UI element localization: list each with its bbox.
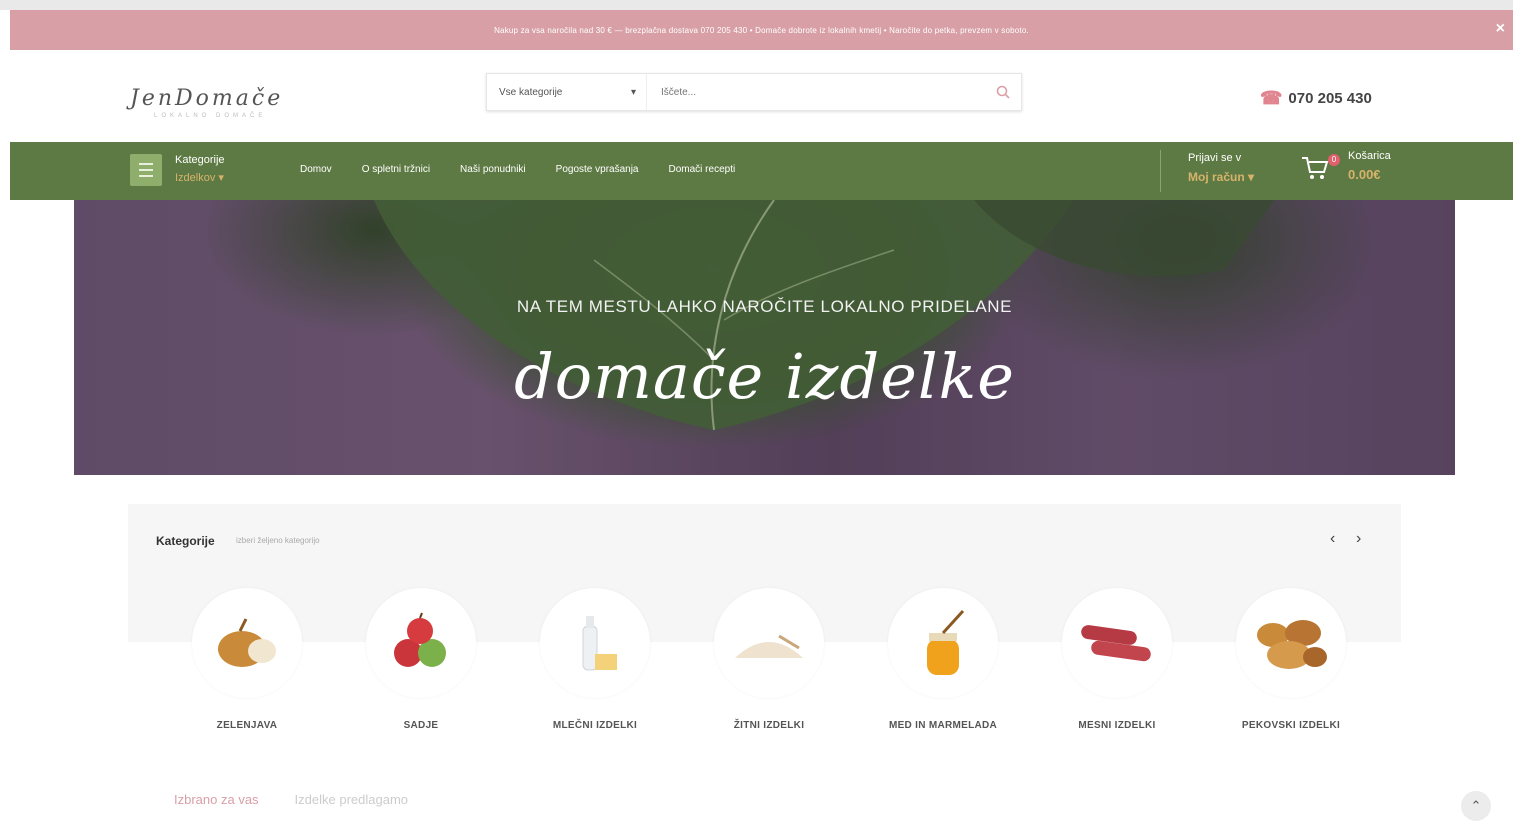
- menu-item-about[interactable]: O spletni tržnici: [362, 164, 430, 175]
- browser-top-border: [0, 0, 1513, 10]
- category-dairy[interactable]: MLEČNI IZDELKI: [508, 588, 682, 731]
- apples-icon: [394, 612, 446, 667]
- onion-icon: [218, 618, 276, 667]
- category-name: PEKOVSKI IZDELKI: [1241, 720, 1341, 731]
- cart-count-badge: 0: [1328, 154, 1340, 166]
- login-label[interactable]: Prijavi se v: [1188, 152, 1241, 164]
- phone-icon: ☎: [1260, 88, 1283, 108]
- search-icon: [996, 85, 1010, 99]
- logo-tagline: LOKALNO DOMAČE: [154, 113, 267, 119]
- cart-label[interactable]: Košarica: [1348, 150, 1391, 162]
- menu-item-home[interactable]: Domov: [300, 164, 332, 175]
- hero-overlay: [74, 200, 1455, 475]
- cart-total[interactable]: 0.00€: [1348, 167, 1381, 182]
- category-name: ŽITNI IZDELKI: [733, 720, 805, 731]
- menu-item-providers[interactable]: Naši ponudniki: [460, 164, 526, 175]
- site-header: JenDomače LOKALNO DOMAČE Vse kategorije …: [10, 50, 1513, 142]
- sausage-icon: [1081, 625, 1151, 662]
- carousel-prev-icon[interactable]: ‹: [1330, 530, 1335, 548]
- chevron-down-icon: ▾: [630, 86, 636, 98]
- category-fruit[interactable]: SADJE: [334, 588, 508, 731]
- hero-title: domače izdelke: [514, 340, 1015, 413]
- chevron-up-icon: ⌃: [1470, 798, 1482, 813]
- category-grains[interactable]: ŽITNI IZDELKI: [682, 588, 856, 731]
- search-category-value: Vse kategorije: [499, 86, 563, 98]
- tab-selected-for-you[interactable]: Izbrano za vas: [174, 792, 259, 807]
- promo-text: Nakup za vsa naročila nad 30 € — brezpla…: [494, 25, 1029, 35]
- categories-label[interactable]: Kategorije: [175, 154, 225, 166]
- search-bar: Vse kategorije ▾: [486, 73, 1022, 111]
- promo-bar: Nakup za vsa naročila nad 30 € — brezpla…: [10, 10, 1513, 50]
- categories-menu-button[interactable]: [130, 154, 162, 186]
- phone-contact[interactable]: ☎ 070 205 430: [1260, 88, 1372, 109]
- carousel-next-icon[interactable]: ›: [1356, 530, 1361, 548]
- honey-icon: [927, 609, 965, 675]
- category-name: ZELENJAVA: [216, 720, 278, 731]
- search-input[interactable]: [647, 74, 985, 110]
- category-vegetables[interactable]: ZELENJAVA: [160, 588, 334, 731]
- category-honey[interactable]: MED IN MARMELADA: [856, 588, 1030, 731]
- category-bakery[interactable]: PEKOVSKI IZDELKI: [1204, 588, 1378, 731]
- scroll-to-top-button[interactable]: ⌃: [1461, 791, 1491, 821]
- hero-subheading: NA TEM MESTU LAHKO NAROČITE LOKALNO PRID…: [516, 297, 1013, 316]
- flour-icon: [735, 634, 803, 658]
- menu-item-recipes[interactable]: Domači recepti: [669, 164, 736, 175]
- search-category-select[interactable]: Vse kategorije ▾: [487, 74, 647, 110]
- account-dropdown[interactable]: Moj račun ▾: [1188, 170, 1254, 184]
- categories-subtitle: izberi željeno kategorijo: [236, 536, 320, 545]
- category-name: SADJE: [403, 720, 439, 731]
- main-nav: Kategorije Izdelkov ▾ Domov O spletni tr…: [10, 142, 1513, 200]
- milk-icon: [582, 616, 617, 671]
- categories-title: Kategorije: [156, 534, 215, 548]
- category-carousel: ZELENJAVA SADJE MLEČNI IZDELKI ŽITNI IZD…: [160, 588, 1378, 731]
- product-tabs: Izbrano za vas Izdelke predlagamo: [174, 792, 408, 807]
- bread-icon: [1257, 620, 1327, 669]
- menu-item-faq[interactable]: Pogoste vprašanja: [556, 164, 639, 175]
- menu: Domov O spletni tržnici Naši ponudniki P…: [300, 164, 735, 175]
- tab-recommended[interactable]: Izdelke predlagamo: [295, 792, 408, 807]
- category-meat[interactable]: MESNI IZDELKI: [1030, 588, 1204, 731]
- menu-icon: [139, 163, 153, 177]
- nav-divider: [1160, 150, 1161, 192]
- hero-banner: NA TEM MESTU LAHKO NAROČITE LOKALNO PRID…: [74, 200, 1455, 475]
- categories-dropdown[interactable]: Izdelkov ▾: [175, 171, 224, 184]
- category-name: MESNI IZDELKI: [1078, 720, 1156, 731]
- page: Nakup za vsa naročila nad 30 € — brezpla…: [10, 10, 1513, 825]
- search-button[interactable]: [985, 74, 1021, 110]
- category-name: MLEČNI IZDELKI: [552, 720, 638, 731]
- category-name: MED IN MARMELADA: [888, 720, 998, 731]
- promo-close-icon[interactable]: ×: [1496, 20, 1505, 38]
- site-logo[interactable]: JenDomače: [130, 86, 283, 111]
- phone-number: 070 205 430: [1288, 90, 1372, 107]
